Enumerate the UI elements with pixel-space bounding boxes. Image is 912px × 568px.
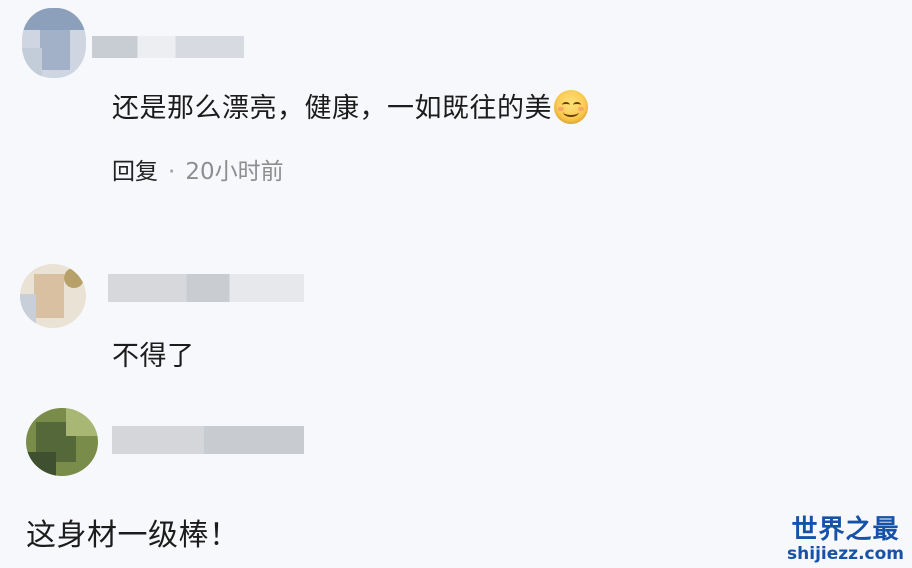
watermark-title: 世界之最 — [791, 515, 900, 545]
comment-text: 还是那么漂亮，健康，一如既往的美 — [112, 86, 588, 127]
comment-text: 不得了 — [112, 341, 195, 372]
username-blurred — [112, 426, 304, 454]
watermark-logo: 世界之最 shijiezz.com — [787, 509, 904, 564]
avatar[interactable] — [20, 264, 86, 328]
avatar[interactable] — [26, 408, 98, 476]
avatar[interactable] — [22, 8, 86, 78]
smile-emoji-icon — [554, 89, 588, 124]
username-blurred — [108, 274, 304, 302]
username-blurred — [92, 36, 244, 58]
watermark-url: shijiezz.com — [787, 544, 904, 564]
comment-meta: 回复 · 20小时前 — [112, 152, 284, 186]
reply-button[interactable]: 回复 — [112, 159, 158, 185]
separator-dot: · — [168, 159, 176, 185]
comment-text-content: 还是那么漂亮，健康，一如既往的美 — [112, 93, 552, 124]
comment-text: 这身材一级棒！ — [26, 518, 240, 553]
timestamp: 20小时前 — [185, 159, 284, 185]
